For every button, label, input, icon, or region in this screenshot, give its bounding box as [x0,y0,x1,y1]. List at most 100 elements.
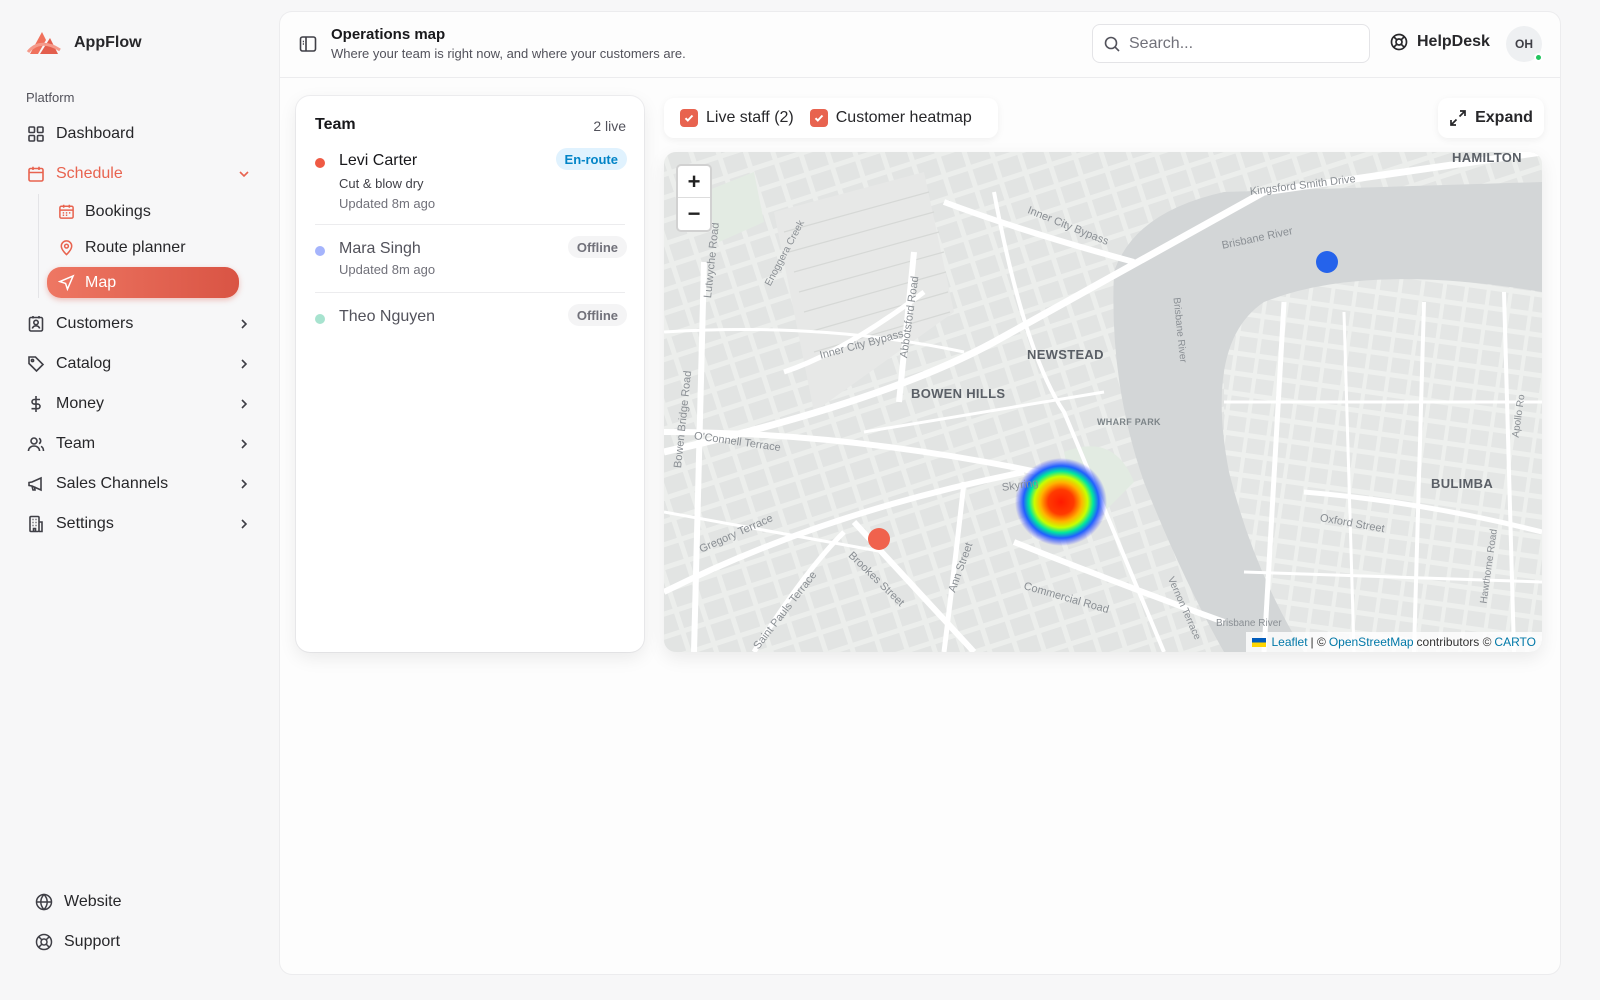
chevron-right-icon [241,319,248,329]
member-name: Mara Singh [339,240,421,257]
team-panel: Team 2 live Levi Carter Cut & blow dry U… [296,96,644,652]
member-name: Levi Carter [339,152,418,169]
checkbox-checked-icon [680,109,698,127]
sidebar-item-label: Catalog [56,355,112,372]
sidebar-item-settings[interactable]: Settings [20,504,260,544]
main-panel: Operations map Where your team is right … [280,12,1560,974]
dollar-icon [26,394,46,414]
sidebar-item-label: Map [85,273,117,291]
map-layer-toggles: Live staff (2) Customer heatmap [664,98,998,138]
team-live-count: 2 live [593,118,626,134]
map-label-newstead: NEWSTEAD [1027,347,1104,362]
team-member-mara-singh[interactable]: Mara Singh Updated 8m ago Offline [315,236,627,280]
sidebar-item-label: Route planner [85,238,186,256]
expand-icon [1450,110,1466,126]
users-icon [26,434,46,454]
openstreetmap-link[interactable]: OpenStreetMap [1329,635,1414,649]
app-name: AppFlow [74,34,142,51]
staff-marker-mara-singh[interactable] [1316,251,1338,273]
sidebar-item-route-planner[interactable]: Route planner [47,230,260,265]
sidebar-nav: Dashboard Schedule Bookings Route planne… [20,114,260,544]
sidebar-item-label: Sales Channels [56,475,169,492]
status-badge: Offline [567,304,627,326]
navigation-icon [57,274,75,292]
status-badge: En-route [555,148,627,170]
schedule-submenu: Bookings Route planner Map [38,194,260,298]
map-label-bowen-hills: BOWEN HILLS [911,386,1006,401]
staff-marker-levi-carter[interactable] [868,528,890,550]
ukraine-flag-icon [1251,637,1266,647]
dashboard-icon [26,124,46,144]
chevron-right-icon [241,519,248,529]
map-pin-icon [57,239,75,257]
page-title: Operations map [331,26,446,43]
member-updated: Updated 8m ago [339,262,436,277]
sidebar-item-label: Bookings [85,202,151,220]
sidebar-item-label: Customers [56,315,134,332]
team-title: Team [315,116,356,133]
sidebar-item-label: Money [56,395,105,412]
map-label-wharf-park: WHARF PARK [1097,417,1161,427]
map-label-hamilton: HAMILTON [1452,152,1522,165]
map-street-label: Brisbane River [1216,618,1282,629]
chevron-right-icon [241,399,248,409]
zoom-out-button[interactable]: − [678,198,710,230]
tag-icon [26,354,46,374]
member-updated: Updated 8m ago [339,196,436,211]
expand-label: Expand [1475,109,1533,126]
sidebar-item-catalog[interactable]: Catalog [20,344,260,384]
calendar-icon [26,164,46,184]
building-icon [26,514,46,534]
team-member-theo-nguyen[interactable]: Theo Nguyen Offline [315,304,627,332]
sidebar-item-sales-channels[interactable]: Sales Channels [20,464,260,504]
sidebar-item-label: Website [64,893,122,910]
map-attribution: Leaflet | © OpenStreetMap contributors ©… [1245,632,1542,652]
sidebar-item-support[interactable]: Support [30,922,260,962]
expand-button[interactable]: Expand [1438,98,1544,138]
sidebar-item-label: Support [64,933,121,950]
operations-map[interactable]: HAMILTON NEWSTEAD BOWEN HILLS BULIMBA WH… [664,152,1542,652]
helpdesk-button[interactable]: HelpDesk [1389,32,1490,52]
sidebar-item-team[interactable]: Team [20,424,260,464]
customer-heatmap-checkbox[interactable]: Customer heatmap [809,109,972,127]
sidebar-item-dashboard[interactable]: Dashboard [20,114,260,154]
carto-link[interactable]: CARTO [1494,635,1536,649]
top-bar: Operations map Where your team is right … [280,12,1560,78]
attribution-text: contributors © [1416,635,1492,649]
globe-icon [35,893,53,911]
member-name: Theo Nguyen [339,308,436,325]
zoom-control: + − [676,164,712,232]
chevron-right-icon [241,479,248,489]
sidebar-toggle-icon[interactable] [298,34,318,54]
sidebar-item-money[interactable]: Money [20,384,260,424]
contact-icon [26,314,46,334]
brand[interactable]: AppFlow [26,28,142,58]
status-dot [315,314,325,324]
sidebar-item-schedule[interactable]: Schedule [20,154,260,194]
status-badge: Offline [567,236,627,258]
divider [315,292,625,293]
leaflet-link[interactable]: Leaflet [1272,635,1308,649]
zoom-in-button[interactable]: + [678,166,710,198]
search-input[interactable] [1129,34,1349,53]
status-dot [315,158,325,168]
sidebar-item-customers[interactable]: Customers [20,304,260,344]
sidebar-item-map[interactable]: Map [47,267,239,298]
attribution-text: | © [1310,635,1326,649]
appflow-logo-icon [26,32,61,54]
live-staff-checkbox[interactable]: Live staff (2) [680,109,794,127]
sidebar-item-label: Dashboard [56,125,135,142]
lifebuoy-icon [1390,33,1408,51]
sidebar-item-website[interactable]: Website [30,882,260,922]
team-member-levi-carter[interactable]: Levi Carter Cut & blow dry Updated 8m ag… [315,148,627,212]
megaphone-icon [26,474,46,494]
lifebuoy-icon [35,933,53,951]
checkbox-label: Customer heatmap [835,109,972,126]
sidebar-footer: Website Support [30,882,260,962]
page-subtitle: Where your team is right now, and where … [331,46,686,61]
chevron-right-icon [241,359,248,369]
status-dot [315,246,325,256]
divider [315,224,625,225]
helpdesk-label: HelpDesk [1417,33,1490,50]
sidebar-item-bookings[interactable]: Bookings [47,194,260,229]
